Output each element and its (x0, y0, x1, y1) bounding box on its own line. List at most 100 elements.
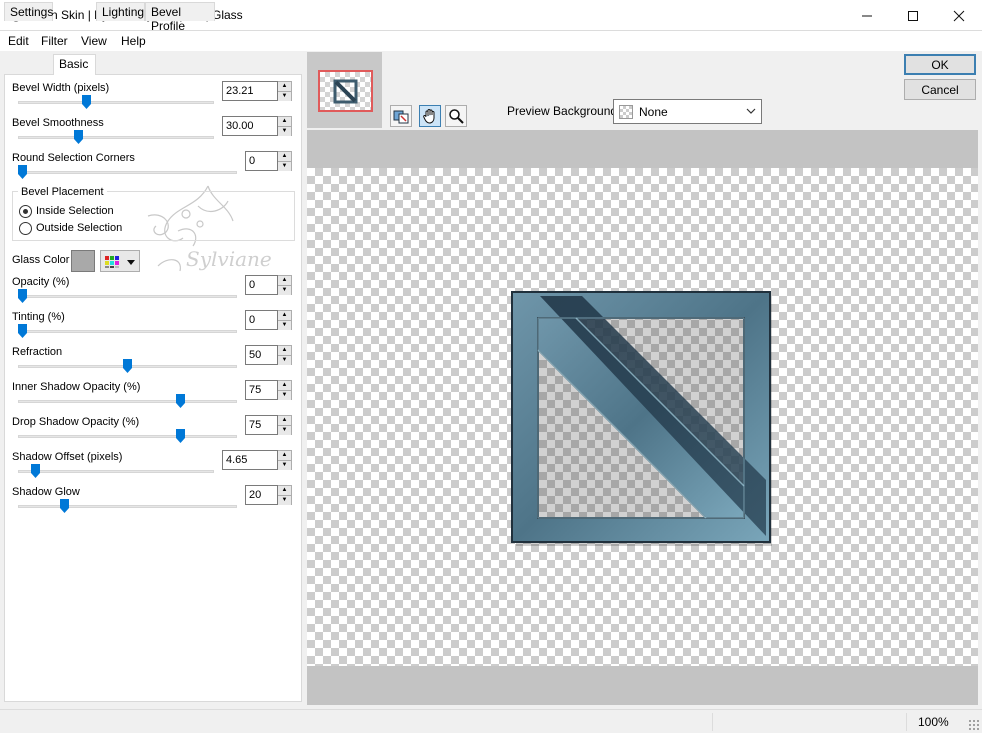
hand-tool-button[interactable] (419, 105, 441, 127)
bevel-width-spinner[interactable]: 23.21 ▲ ▼ (222, 81, 292, 101)
menu-bar: Edit Filter View Help (0, 31, 982, 51)
inner-shadow-opacity-slider-track[interactable] (18, 400, 237, 403)
shadow-offset-spinner[interactable]: 4.65 ▲ ▼ (222, 450, 292, 470)
spin-down-icon[interactable]: ▼ (278, 161, 291, 171)
opacity-spinner[interactable]: 0 ▲ ▼ (245, 275, 292, 295)
round-corners-input[interactable]: 0 (245, 151, 278, 171)
shadow-glow-input[interactable]: 20 (245, 485, 278, 505)
glass-color-label: Glass Color (12, 254, 70, 266)
inside-selection-label[interactable]: Inside Selection (36, 205, 114, 217)
shadow-glow-label: Shadow Glow (12, 486, 80, 498)
bevel-width-label: Bevel Width (pixels) (12, 82, 110, 94)
spin-up-icon[interactable]: ▲ (278, 381, 291, 390)
spin-up-icon[interactable]: ▲ (278, 486, 291, 495)
close-button[interactable] (936, 0, 982, 31)
spin-up-icon[interactable]: ▲ (278, 152, 291, 161)
tinting-spinner[interactable]: 0 ▲ ▼ (245, 310, 292, 330)
spin-down-icon[interactable]: ▼ (278, 460, 291, 470)
tab-bevel-profile[interactable]: Bevel Profile (145, 2, 215, 33)
spin-up-icon[interactable]: ▲ (278, 276, 291, 285)
tinting-input[interactable]: 0 (245, 310, 278, 330)
spin-down-icon[interactable]: ▼ (278, 285, 291, 295)
refraction-input[interactable]: 50 (245, 345, 278, 365)
opacity-slider-thumb[interactable] (18, 289, 27, 303)
resize-grip-icon[interactable] (968, 719, 979, 730)
drop-shadow-opacity-spinner[interactable]: 75 ▲ ▼ (245, 415, 292, 435)
maximize-button[interactable] (890, 0, 936, 31)
menu-help[interactable]: Help (121, 34, 146, 48)
drop-shadow-opacity-slider-thumb[interactable] (175, 429, 185, 443)
refraction-spinner[interactable]: 50 ▲ ▼ (245, 345, 292, 365)
ok-button[interactable]: OK (904, 54, 976, 75)
shadow-glow-slider-track[interactable] (18, 505, 237, 508)
zoom-level: 100% (918, 715, 949, 729)
shadow-offset-slider-track[interactable] (18, 470, 214, 473)
spin-up-icon[interactable]: ▲ (278, 346, 291, 355)
round-corners-label: Round Selection Corners (12, 152, 135, 164)
spin-down-icon[interactable]: ▼ (278, 425, 291, 435)
menu-edit[interactable]: Edit (8, 34, 29, 48)
color-picker-button[interactable] (100, 250, 140, 272)
inner-shadow-opacity-input[interactable]: 75 (245, 380, 278, 400)
bevel-smoothness-spinner[interactable]: 30.00 ▲ ▼ (222, 116, 292, 136)
inside-selection-radio[interactable] (19, 205, 32, 218)
spin-down-icon[interactable]: ▼ (278, 320, 291, 330)
bevel-width-input[interactable]: 23.21 (222, 81, 278, 101)
minimize-button[interactable] (844, 0, 890, 31)
spin-up-icon[interactable]: ▲ (278, 117, 291, 126)
spin-down-icon[interactable]: ▼ (278, 126, 291, 136)
shadow-glow-spinner[interactable]: 20 ▲ ▼ (245, 485, 292, 505)
drop-shadow-opacity-slider-track[interactable] (18, 435, 237, 438)
shadow-offset-slider-thumb[interactable] (31, 464, 41, 478)
zoom-icon (449, 109, 464, 124)
bevel-smoothness-input[interactable]: 30.00 (222, 116, 278, 136)
close-icon (953, 10, 965, 21)
opacity-input[interactable]: 0 (245, 275, 278, 295)
shadow-glow-slider-thumb[interactable] (60, 499, 69, 513)
preview-background-select[interactable]: None (613, 99, 762, 124)
spin-down-icon[interactable]: ▼ (278, 91, 291, 101)
color-grid-icon (105, 256, 135, 268)
zoom-tool-button[interactable] (445, 105, 467, 127)
chevron-down-icon (746, 108, 756, 114)
tab-basic[interactable]: Basic (53, 54, 96, 75)
spin-up-icon[interactable]: ▲ (278, 311, 291, 320)
preview-toggle-button[interactable] (390, 105, 412, 127)
bevel-smoothness-slider-thumb[interactable] (74, 130, 84, 144)
spin-down-icon[interactable]: ▼ (278, 390, 291, 400)
bevel-smoothness-slider-track[interactable] (18, 136, 214, 139)
bevel-width-slider-thumb[interactable] (81, 95, 91, 109)
outside-selection-radio[interactable] (19, 222, 32, 235)
inner-shadow-opacity-slider-thumb[interactable] (175, 394, 185, 408)
menu-view[interactable]: View (81, 34, 107, 48)
transparent-swatch-icon (619, 105, 633, 119)
cancel-button[interactable]: Cancel (904, 79, 976, 100)
tab-settings[interactable]: Settings (4, 2, 53, 21)
spin-up-icon[interactable]: ▲ (278, 82, 291, 91)
menu-filter[interactable]: Filter (41, 34, 68, 48)
inner-shadow-opacity-spinner[interactable]: 75 ▲ ▼ (245, 380, 292, 400)
tinting-slider-thumb[interactable] (18, 324, 27, 338)
tinting-slider-track[interactable] (18, 330, 237, 333)
spin-down-icon[interactable]: ▼ (278, 355, 291, 365)
shadow-offset-input[interactable]: 4.65 (222, 450, 278, 470)
round-corners-spinner[interactable]: 0 ▲ ▼ (245, 151, 292, 171)
refraction-slider-thumb[interactable] (123, 359, 132, 373)
navigator-thumbnail[interactable] (318, 70, 373, 112)
outside-selection-label[interactable]: Outside Selection (36, 222, 122, 234)
bevel-width-slider-track[interactable] (18, 101, 214, 104)
refraction-label: Refraction (12, 346, 63, 358)
spin-down-icon[interactable]: ▼ (278, 495, 291, 505)
spin-up-icon[interactable]: ▲ (278, 451, 291, 460)
status-bar: 100% (0, 709, 982, 733)
round-corners-slider-thumb[interactable] (18, 165, 27, 179)
drop-shadow-opacity-input[interactable]: 75 (245, 415, 278, 435)
preview-background-label: Preview Background: (507, 104, 621, 118)
shadow-offset-label: Shadow Offset (pixels) (12, 451, 123, 463)
hand-icon (423, 109, 435, 124)
spin-up-icon[interactable]: ▲ (278, 416, 291, 425)
opacity-slider-track[interactable] (18, 295, 237, 298)
tab-lighting[interactable]: Lighting (96, 2, 145, 21)
round-corners-slider-track[interactable] (18, 171, 237, 174)
glass-color-swatch[interactable] (71, 250, 95, 272)
